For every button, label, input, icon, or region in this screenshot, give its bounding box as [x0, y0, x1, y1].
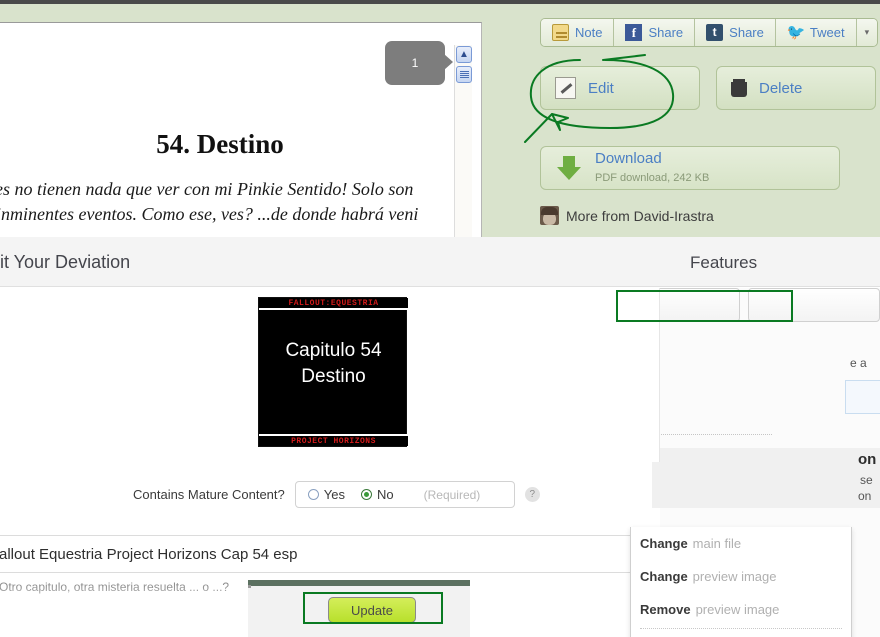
facebook-share-label: Share	[648, 25, 684, 40]
mature-yes-label: Yes	[323, 487, 345, 502]
footer-accent-strip	[248, 580, 470, 586]
edit-label: Edit	[588, 79, 614, 97]
note-button[interactable]: Note	[541, 19, 615, 46]
annotation-rect-change-main-file	[616, 290, 793, 322]
facebook-icon: f	[625, 24, 643, 41]
thumbnail-line-2: Destino	[301, 366, 366, 387]
menu-target-label: preview image	[695, 602, 780, 617]
share-toolbar: Note f Share t Share 🐦 Tweet ▾	[540, 18, 879, 47]
note-icon	[552, 24, 569, 41]
chevron-down-icon: ▾	[864, 27, 870, 37]
annotation-rect-update	[303, 592, 443, 624]
required-hint: (Required)	[423, 487, 481, 502]
thumbnail-top-banner: FALLOUT:EQUESTRIA	[259, 298, 408, 310]
features-text-fragment: e a	[850, 356, 867, 370]
features-heading: Features	[690, 253, 758, 272]
features-section-line-2: on	[858, 489, 872, 503]
chevron-up-icon[interactable]: ▲	[456, 46, 472, 63]
menu-item-remove-preview-image[interactable]: Remove preview image	[631, 593, 851, 626]
features-section-line-1: se	[860, 473, 873, 487]
deviation-title-value: allout Equestria Project Horizons Cap 54…	[0, 545, 298, 563]
download-arrow-icon	[555, 154, 583, 182]
mature-radio-group[interactable]: Yes No (Required)	[294, 481, 515, 508]
preview-thumbnail[interactable]: FALLOUT:EQUESTRIA Capitulo 54 Destino PR…	[258, 297, 408, 447]
share-more-button[interactable]: ▾	[856, 19, 878, 46]
menu-action-label: Change	[640, 536, 688, 551]
mature-yes-radio[interactable]: Yes	[307, 487, 345, 502]
thumbnail-bottom-banner: PROJECT HORIZONS	[259, 434, 408, 446]
edit-button[interactable]: Edit	[540, 66, 700, 110]
deviation-title-input[interactable]: allout Equestria Project Horizons Cap 54…	[0, 535, 660, 573]
download-button[interactable]: Download PDF download, 242 KB	[540, 146, 840, 190]
document-heading: 54. Destino	[156, 129, 284, 159]
menu-divider	[640, 628, 842, 629]
radio-selected-icon	[360, 489, 372, 500]
document-scrollbar[interactable]: ▲	[454, 45, 472, 237]
menu-target-label: preview image	[692, 569, 777, 584]
pencil-icon	[555, 77, 576, 99]
twitter-icon: 🐦	[786, 24, 806, 41]
features-section-band	[652, 448, 880, 508]
thumbnail-center-text: Capitulo 54 Destino	[259, 338, 408, 390]
tumblr-share-label: Share	[729, 25, 764, 40]
user-avatar-icon	[540, 206, 559, 225]
menu-item-change-preview-image[interactable]: Change preview image	[631, 560, 851, 593]
features-section-heading: on	[858, 451, 877, 468]
document-viewer[interactable]: 54. Destino iones no tienen nada que ver…	[0, 22, 482, 237]
menu-action-label: Remove	[640, 602, 691, 617]
delete-label: Delete	[759, 79, 803, 97]
mature-content-row: Contains Mature Content? Yes No (Require…	[133, 481, 540, 508]
file-actions-menu: Change main file Change preview image Re…	[630, 527, 852, 637]
mature-no-label: No	[376, 487, 394, 502]
delete-button[interactable]: Delete	[716, 66, 876, 110]
features-divider	[652, 434, 772, 435]
footer-marker	[248, 585, 251, 588]
facebook-share-button[interactable]: f Share	[614, 19, 696, 46]
twitter-tweet-button[interactable]: 🐦 Tweet	[775, 19, 857, 46]
tumblr-icon: t	[706, 24, 724, 41]
mature-content-label: Contains Mature Content?	[133, 487, 285, 502]
radio-unselected-icon	[307, 489, 319, 500]
question-mark-icon[interactable]: ?	[524, 487, 540, 502]
document-text-line: iones no tienen nada que ver con mi Pink…	[0, 179, 414, 199]
tumblr-share-button[interactable]: t Share	[695, 19, 776, 46]
tweet-label: Tweet	[809, 25, 845, 40]
screenshot-root: 54. Destino iones no tienen nada que ver…	[0, 0, 880, 637]
deviation-sidebar: Note f Share t Share 🐦 Tweet ▾ Edit Dele…	[488, 4, 880, 237]
features-input[interactable]	[845, 380, 880, 414]
menu-item-attach-model-release-form[interactable]: Attach model release form	[631, 631, 851, 637]
menu-target-label: main file	[692, 536, 742, 551]
trash-icon	[731, 79, 747, 97]
deviation-page-top: 54. Destino iones no tienen nada que ver…	[0, 0, 880, 237]
download-sublabel: PDF download, 242 KB	[595, 172, 710, 184]
download-label: Download	[595, 150, 662, 167]
more-from-label: More from David-Irastra	[566, 207, 714, 224]
action-buttons-row: Edit Delete	[540, 66, 876, 110]
page-title: dit Your Deviation	[0, 252, 131, 272]
menu-action-label: Change	[640, 569, 688, 584]
page-number-label: 1	[411, 56, 419, 70]
scrollbar-thumb-icon[interactable]	[456, 66, 472, 83]
note-label: Note	[575, 25, 603, 40]
page-number-bubble: 1	[385, 41, 453, 85]
thumbnail-line-1: Capitulo 54	[285, 340, 382, 361]
menu-item-change-main-file[interactable]: Change main file	[631, 527, 851, 560]
mature-no-radio[interactable]: No	[360, 487, 394, 502]
more-from-artist-link[interactable]: More from David-Irastra	[540, 206, 714, 225]
document-text-line: s e inminentes eventos. Como ese, ves? .…	[0, 204, 419, 224]
